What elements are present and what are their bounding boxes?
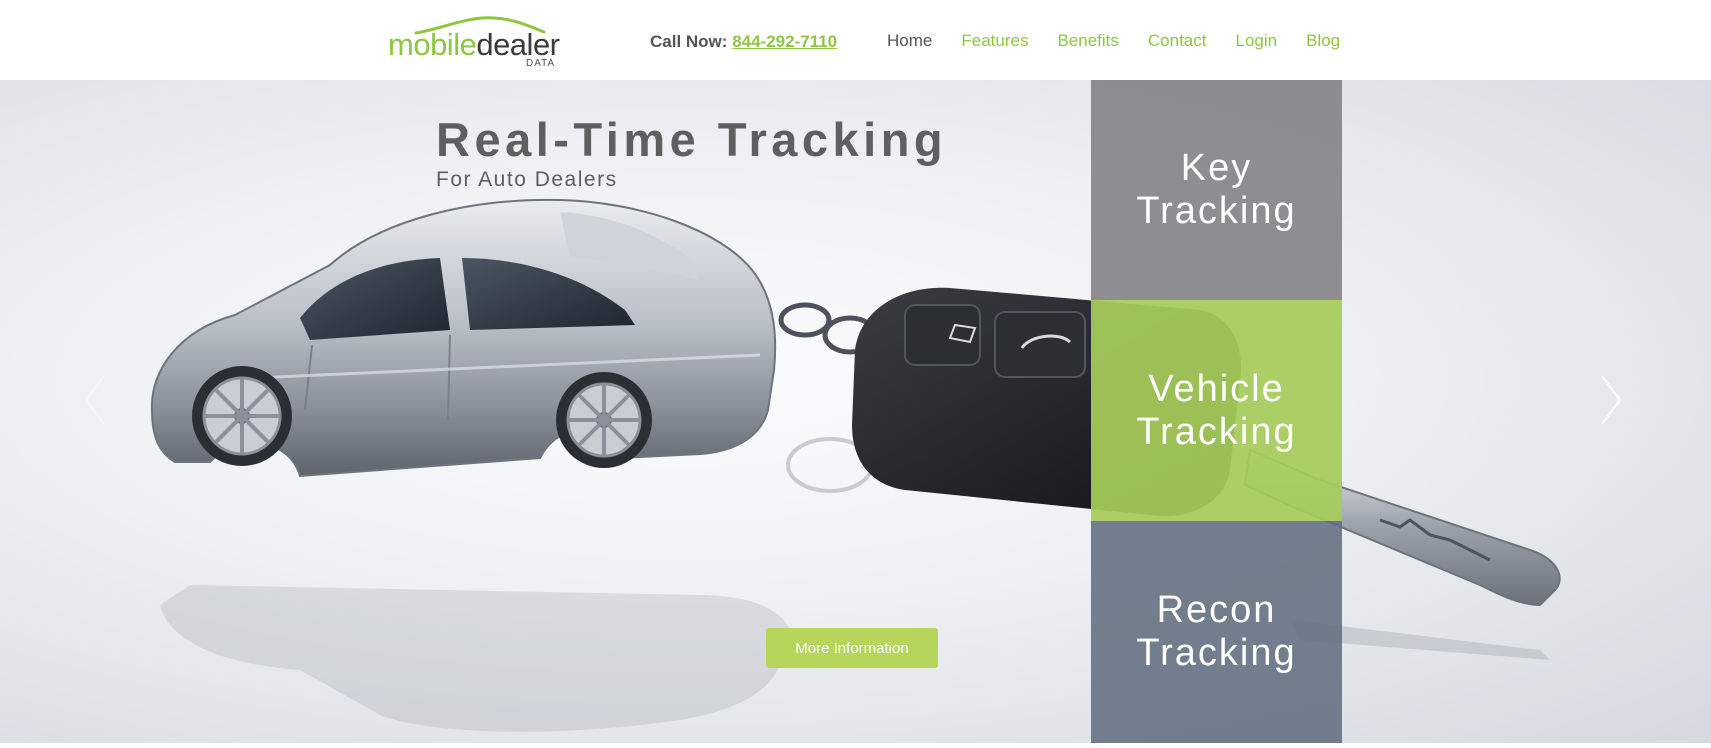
tile-vehicle-line2: Tracking xyxy=(1136,410,1297,453)
tile-vehicle-label: Vehicle Tracking xyxy=(1136,368,1296,454)
call-now: Call Now: 844-292-7110 xyxy=(650,32,837,52)
tile-key-label: Key Tracking xyxy=(1136,147,1296,233)
tile-key-tracking[interactable]: Key Tracking xyxy=(1091,80,1342,300)
hero-slideshow: Real-Time Tracking For Auto Dealers More… xyxy=(0,80,1711,743)
logo-mobile: mobile xyxy=(388,27,477,62)
hero-title: Real-Time Tracking xyxy=(436,113,948,166)
chevron-right-icon[interactable] xyxy=(1596,370,1626,430)
logo-subtext: DATA xyxy=(526,58,556,69)
nav-login[interactable]: Login xyxy=(1235,31,1277,51)
logo-dealer: dealer xyxy=(476,27,560,62)
logo[interactable]: mobiledealer DATA xyxy=(388,12,563,70)
logo-wordmark: mobiledealer xyxy=(388,28,560,62)
nav-blog[interactable]: Blog xyxy=(1306,31,1340,51)
tile-key-line2: Tracking xyxy=(1136,189,1297,232)
tile-key-line1: Key xyxy=(1180,146,1253,189)
site-header: mobiledealer DATA Call Now: 844-292-7110… xyxy=(0,0,1711,80)
phone-link[interactable]: 844-292-7110 xyxy=(732,32,837,51)
nav-features[interactable]: Features xyxy=(961,31,1028,51)
tile-recon-line1: Recon xyxy=(1156,589,1277,631)
chevron-left-icon[interactable] xyxy=(80,370,110,430)
call-label: Call Now: xyxy=(650,32,728,51)
tile-recon-label: Recon Tracking xyxy=(1136,589,1296,675)
tile-recon-tracking[interactable]: Recon Tracking xyxy=(1091,521,1342,743)
main-nav: Home Features Benefits Contact Login Blo… xyxy=(887,31,1369,51)
hero-subtitle: For Auto Dealers xyxy=(436,168,618,191)
nav-benefits[interactable]: Benefits xyxy=(1057,31,1118,51)
nav-contact[interactable]: Contact xyxy=(1148,31,1207,51)
tile-vehicle-tracking[interactable]: Vehicle Tracking xyxy=(1091,300,1342,521)
nav-home[interactable]: Home xyxy=(887,31,932,51)
more-information-button[interactable]: More Information xyxy=(766,628,938,668)
tile-vehicle-line1: Vehicle xyxy=(1148,367,1285,410)
tile-recon-line2: Tracking xyxy=(1136,632,1297,674)
